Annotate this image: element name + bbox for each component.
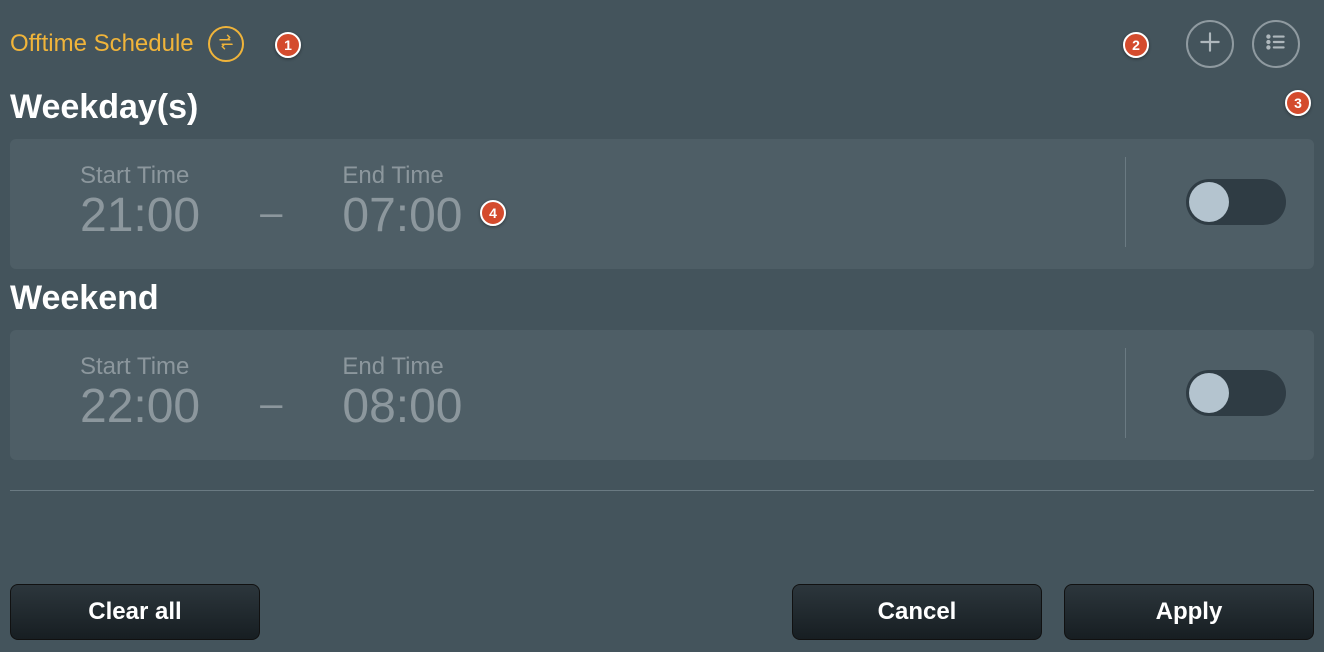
- cancel-button[interactable]: Cancel: [792, 584, 1042, 640]
- weekday-heading: Weekday(s): [0, 78, 1324, 139]
- help-badge-4: 4: [480, 200, 506, 226]
- divider-horizontal: [10, 490, 1314, 491]
- weekday-end-time[interactable]: 07:00: [342, 190, 462, 243]
- divider-vertical: [1125, 348, 1126, 438]
- add-schedule-button[interactable]: [1186, 20, 1234, 68]
- weekend-end-time[interactable]: 08:00: [342, 381, 462, 434]
- toggle-knob: [1189, 182, 1229, 222]
- plus-icon: [1197, 29, 1223, 60]
- divider-vertical: [1125, 157, 1126, 247]
- start-time-label: Start Time: [80, 353, 200, 381]
- weekday-start-time[interactable]: 21:00: [80, 190, 200, 243]
- weekend-heading: Weekend: [0, 269, 1324, 330]
- footer-bar: Clear all Cancel Apply: [0, 584, 1324, 640]
- clear-all-button[interactable]: Clear all: [10, 584, 260, 640]
- end-time-label: End Time: [342, 162, 462, 190]
- list-view-button[interactable]: [1252, 20, 1300, 68]
- help-badge-3: 3: [1285, 90, 1311, 116]
- swap-horizontal-icon: [217, 33, 235, 56]
- start-time-label: Start Time: [80, 162, 200, 190]
- swap-schedule-button[interactable]: [208, 26, 244, 62]
- time-separator: –: [260, 358, 282, 427]
- weekend-start-time[interactable]: 22:00: [80, 381, 200, 434]
- apply-button[interactable]: Apply: [1064, 584, 1314, 640]
- time-separator: –: [260, 167, 282, 236]
- toggle-knob: [1189, 373, 1229, 413]
- end-time-label: End Time: [342, 353, 462, 381]
- page-title: Offtime Schedule: [10, 30, 194, 58]
- weekday-schedule-card: Start Time 21:00 – End Time 07:00: [10, 139, 1314, 269]
- weekend-schedule-card: Start Time 22:00 – End Time 08:00: [10, 330, 1314, 460]
- list-icon: [1263, 29, 1289, 60]
- help-badge-1: 1: [275, 32, 301, 58]
- weekday-enable-toggle[interactable]: [1186, 179, 1286, 225]
- weekend-enable-toggle[interactable]: [1186, 370, 1286, 416]
- help-badge-2: 2: [1123, 32, 1149, 58]
